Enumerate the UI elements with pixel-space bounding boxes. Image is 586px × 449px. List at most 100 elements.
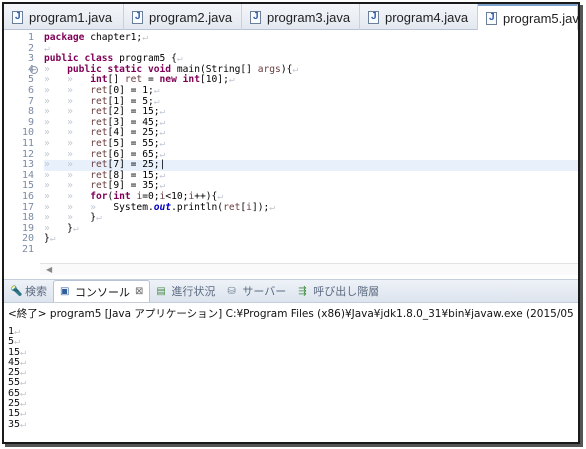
view-tab-call-hierarchy[interactable]: ⇶ 呼び出し階層 xyxy=(292,280,385,302)
code-token: » » xyxy=(44,148,91,160)
code-token: ret xyxy=(90,180,108,192)
servers-icon: ⛁ xyxy=(227,285,236,297)
code-token: » » xyxy=(44,85,91,96)
line-number: 6 xyxy=(27,85,34,96)
code-token: ↵ xyxy=(72,222,79,234)
code-token: ret xyxy=(90,106,108,118)
code-token: » » xyxy=(44,159,91,171)
code-line: » }↵ xyxy=(44,222,578,235)
line-end-marker: ↵ xyxy=(20,418,27,430)
code-token: ↵ xyxy=(96,212,102,224)
code-token: ↵ xyxy=(228,74,235,86)
code-token: ↵ xyxy=(142,32,148,43)
code-token: [7] = 25;| xyxy=(107,159,166,171)
code-token: » » xyxy=(44,169,91,181)
java-file-icon xyxy=(12,10,23,24)
code-token: new xyxy=(159,74,177,86)
code-token: ret xyxy=(90,95,108,107)
fold-toggle-icon[interactable]: − xyxy=(30,65,38,74)
editor-tab-2[interactable]: program2.java xyxy=(124,4,242,30)
java-file-icon xyxy=(250,10,261,24)
code-token: [4] = 25; xyxy=(107,127,160,139)
code-token: out xyxy=(153,201,172,213)
code-token: » » xyxy=(44,95,91,107)
java-file-icon xyxy=(368,10,379,24)
line-number-gutter: 1 2 3 4 5 6 7 8 9 10 11 12 13 14 15 16 17 18 19 20 21− xyxy=(4,31,40,255)
code-token: » » xyxy=(44,127,91,139)
code-token: [] xyxy=(107,74,125,86)
console-output-line: 35↵ xyxy=(8,418,568,430)
code-token: chapter1; xyxy=(84,32,143,43)
code-token: ret xyxy=(223,201,241,213)
editor-tab-4[interactable]: program4.java xyxy=(360,4,478,30)
code-token: int xyxy=(182,74,200,86)
code-line: }↵ xyxy=(44,234,578,245)
code-token: System. xyxy=(113,201,154,213)
editor-tab-3[interactable]: program3.java xyxy=(242,4,360,30)
console-icon: ▣ xyxy=(60,286,70,297)
editor-tab-5[interactable]: program5.jav xyxy=(478,4,578,30)
code-token: ret xyxy=(90,138,108,149)
code-token: args xyxy=(257,63,281,75)
code-token: ↵ xyxy=(159,148,166,160)
code-line: » » » System.out.println(ret[i]);↵ xyxy=(44,201,578,214)
code-token: [1] = 5; xyxy=(107,95,154,107)
editor-tab-1[interactable]: program1.java xyxy=(4,4,124,30)
scroll-left-icon[interactable]: ◀ xyxy=(46,265,52,274)
close-icon[interactable]: ⊠ xyxy=(135,286,143,297)
code-token: [3] = 45; xyxy=(107,116,160,128)
code-token: ↵ xyxy=(159,106,166,118)
java-file-icon xyxy=(132,10,143,24)
code-token: package xyxy=(44,32,85,43)
editor-tab-label: program4.java xyxy=(385,9,469,25)
code-token: ↵ xyxy=(159,169,166,181)
console-output-line: 15↵ xyxy=(8,409,568,419)
console-output-line: 5↵ xyxy=(8,337,568,347)
code-token: program5 { xyxy=(113,53,177,65)
search-icon: 🔦 xyxy=(10,285,23,297)
code-token: ↵ xyxy=(153,95,160,107)
code-token: ret xyxy=(124,74,143,86)
code-token: ret xyxy=(90,159,108,171)
view-tab-label: 検索 xyxy=(25,285,47,298)
horizontal-scrollbar[interactable]: ◀ xyxy=(40,263,578,275)
code-token: for xyxy=(90,191,108,202)
code-token: int xyxy=(90,74,108,86)
console-status: <終了> program5 [Java アプリケーション] C:¥Program… xyxy=(8,308,574,320)
code-token: ↵ xyxy=(153,85,160,96)
code-token: » » xyxy=(44,180,91,192)
java-file-icon xyxy=(486,11,497,25)
console-output-line: 15↵ xyxy=(8,347,568,358)
editor-tab-label: program2.java xyxy=(149,9,233,25)
view-tab-label: サーバー xyxy=(242,285,287,298)
view-tab-label: 進行状況 xyxy=(171,285,216,298)
code-token: » » xyxy=(44,138,91,149)
view-tab-progress[interactable]: ▤ 進行状況 xyxy=(150,280,221,302)
code-area[interactable]: package chapter1;↵ ↵ public class program5… xyxy=(44,31,578,250)
code-token: [2] = 15; xyxy=(107,106,160,118)
view-tab-bar: 🔦 検索 ▣ コンソール ⊠ ▤ 進行状況 ⛁ サーバー ⇶ 呼び出し階層 xyxy=(4,279,578,303)
code-token: ++){ xyxy=(194,191,218,202)
editor-tab-label: program3.java xyxy=(267,9,351,25)
progress-icon: ▤ xyxy=(156,285,166,297)
code-token: ↵ xyxy=(159,138,166,149)
eclipse-window: program1.java program2.java program3.java p… xyxy=(2,2,580,444)
code-token: ret xyxy=(90,148,108,160)
code-token: int xyxy=(113,191,131,202)
console-output: 1↵ 5↵ 15↵ 45↵ 25↵ 55↵ 65↵ 25↵ 15↵ 35↵ xyxy=(8,326,568,430)
code-token: ↵ xyxy=(159,180,166,192)
line-number: 11 xyxy=(21,138,34,149)
view-tab-servers[interactable]: ⛁ サーバー xyxy=(221,280,292,302)
view-tab-console[interactable]: ▣ コンソール ⊠ xyxy=(53,280,151,302)
code-token: ↵ xyxy=(44,42,50,54)
code-editor[interactable]: 1 2 3 4 5 6 7 8 9 10 11 12 13 14 15 16 17 18 19 20 21− packa… xyxy=(4,31,578,275)
code-token: [10]; xyxy=(199,74,229,86)
console-output-line: 65↵ xyxy=(8,388,568,399)
view-tab-search[interactable]: 🔦 検索 xyxy=(4,280,53,302)
code-line: » » }↵ xyxy=(44,212,578,224)
code-token: » » xyxy=(44,74,91,86)
line-number: 21 xyxy=(21,244,34,255)
code-token: » » xyxy=(44,106,91,118)
code-token: » » xyxy=(44,212,91,224)
